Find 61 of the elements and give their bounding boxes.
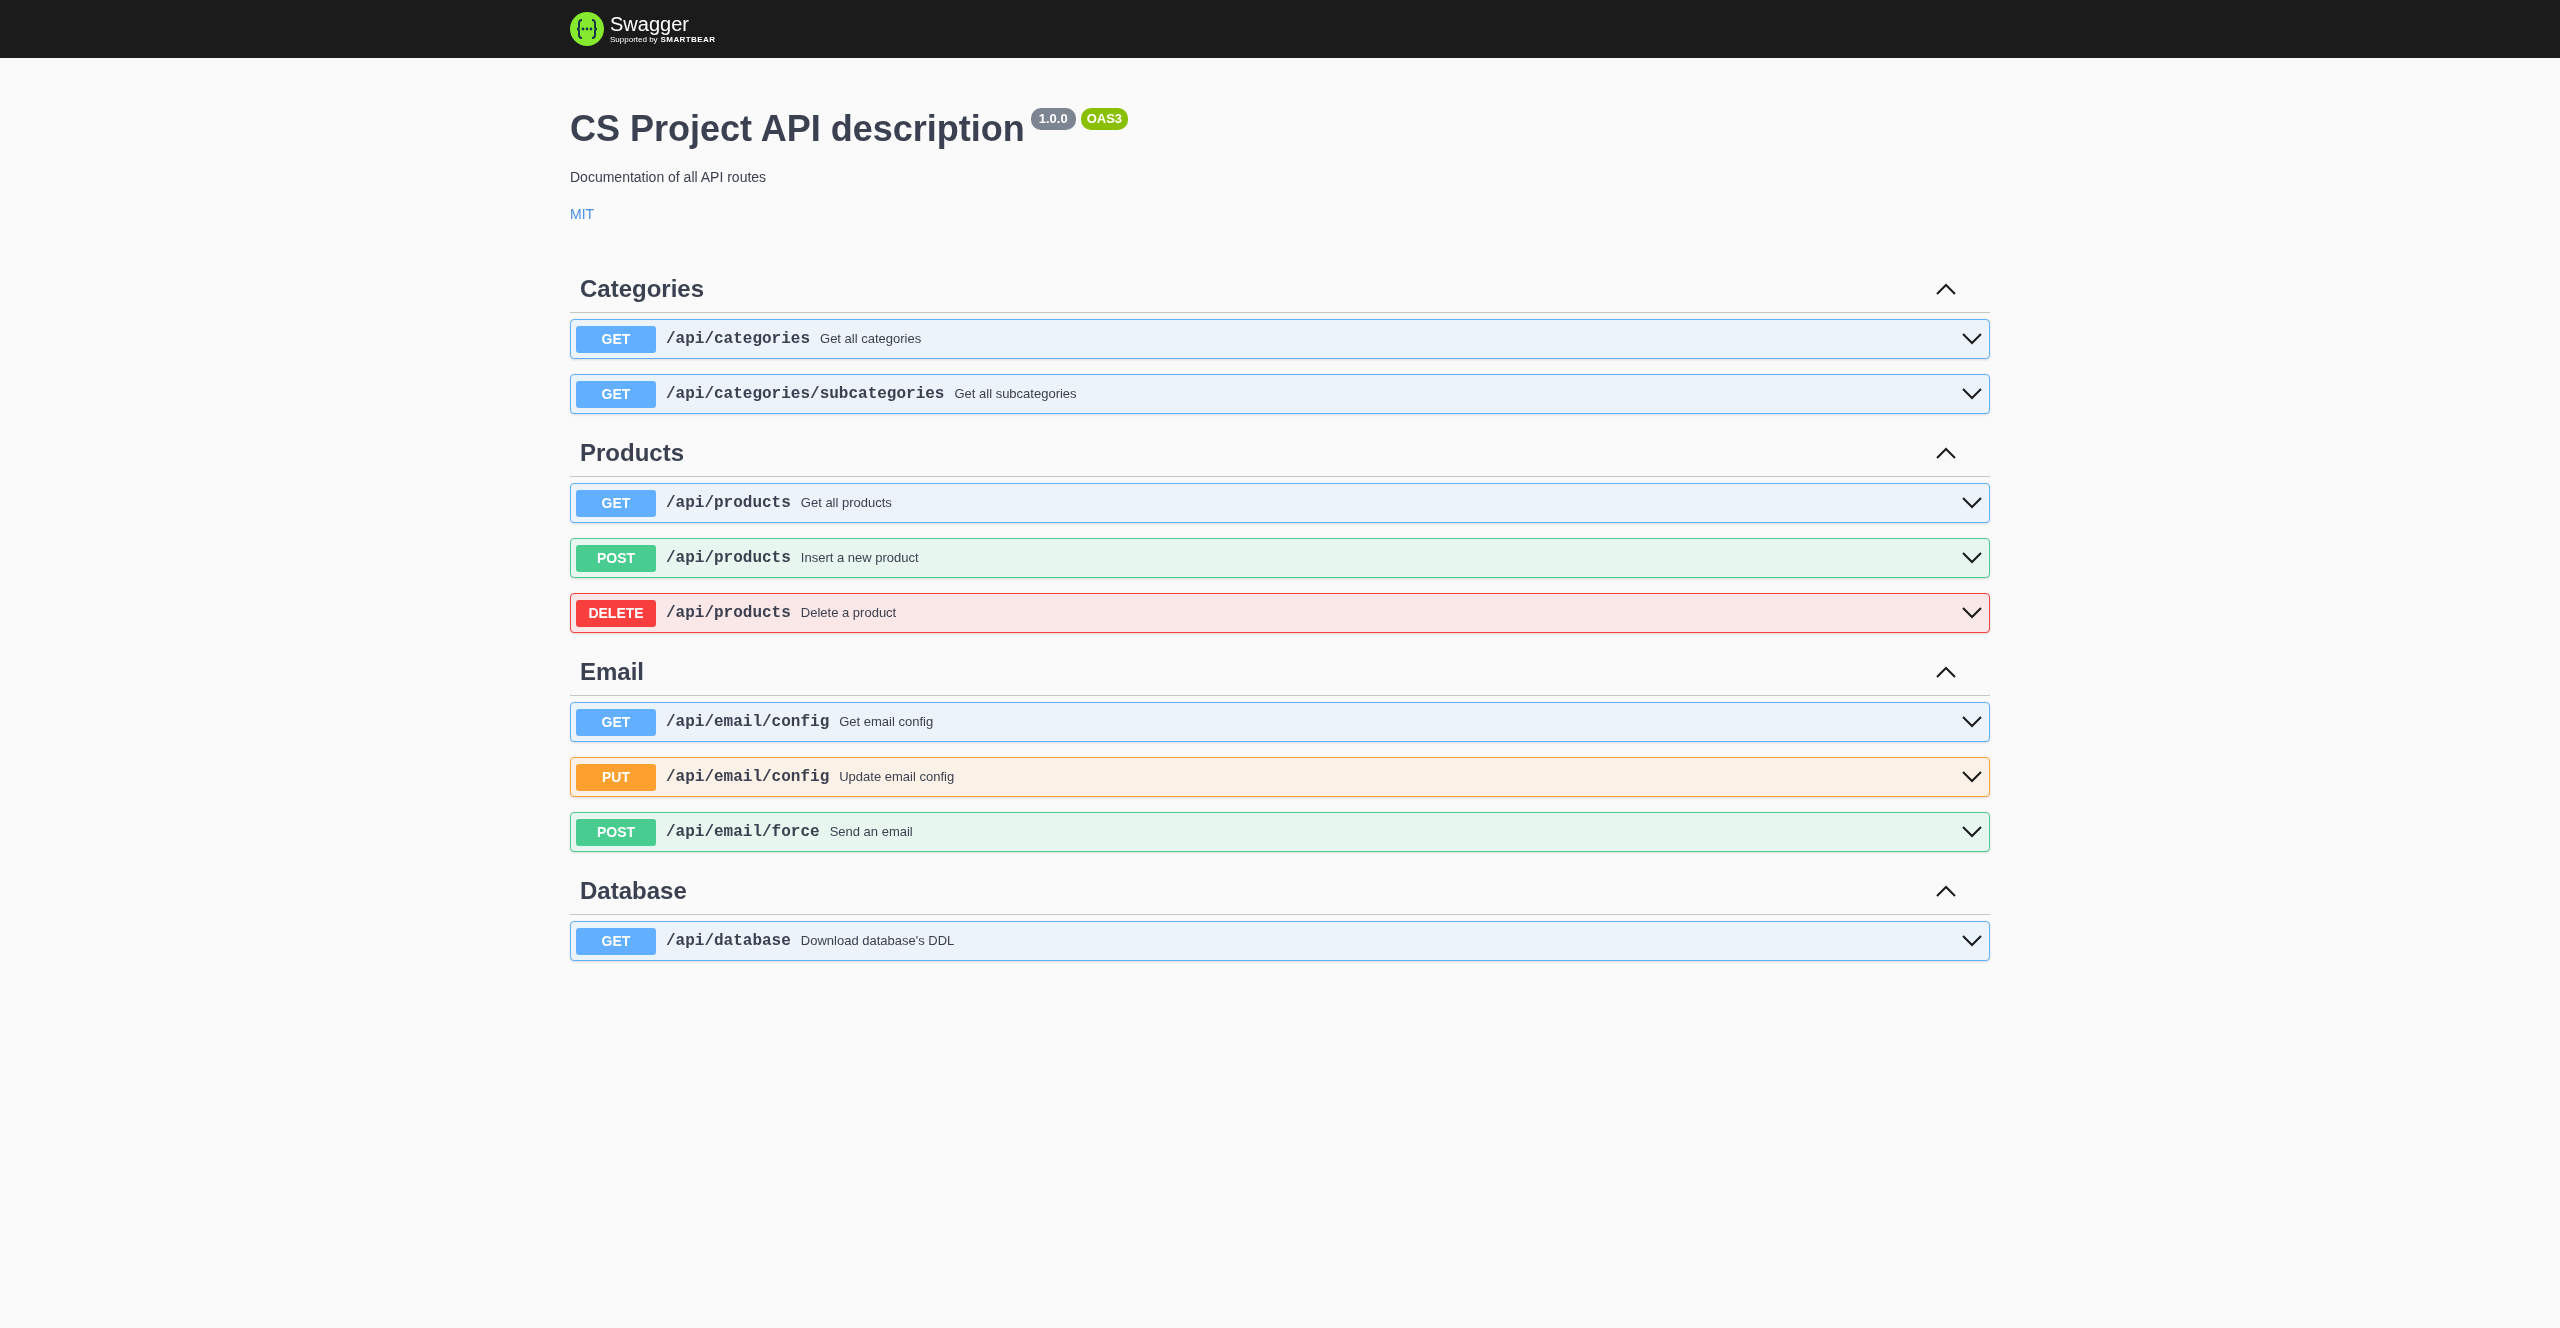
operation-row[interactable]: GET /api/database Download database's DDL (570, 921, 1990, 961)
section-header[interactable]: Categories (570, 265, 1990, 313)
endpoint-path: /api/database (666, 931, 791, 952)
endpoint-summary: Send an email (829, 823, 913, 842)
operation-row[interactable]: POST /api/email/force Send an email (570, 812, 1990, 852)
chevron-up-icon (1936, 884, 1956, 897)
logo-subtext: Supported by (610, 36, 658, 44)
operation-row[interactable]: POST /api/products Insert a new product (570, 538, 1990, 578)
chevron-down-icon (1962, 333, 1982, 345)
section-header[interactable]: Database (570, 867, 1990, 915)
chevron-down-icon (1962, 771, 1982, 783)
section-header[interactable]: Email (570, 648, 1990, 696)
chevron-up-icon (1936, 282, 1956, 295)
endpoint-path: /api/email/config (666, 767, 830, 788)
operation-row[interactable]: GET /api/categories Get all categories (570, 319, 1990, 359)
chevron-down-icon (1962, 935, 1982, 947)
operation-row[interactable]: GET /api/products Get all products (570, 483, 1990, 523)
method-badge: DELETE (576, 599, 656, 627)
section-header[interactable]: Products (570, 429, 1990, 477)
endpoint-path: /api/categories/subcategories (666, 384, 945, 405)
endpoint-path: /api/products (666, 548, 791, 569)
endpoint-summary: Insert a new product (800, 549, 919, 568)
endpoint-summary: Update email config (839, 768, 955, 787)
chevron-up-icon (1936, 665, 1956, 678)
chevron-down-icon (1962, 716, 1982, 728)
spec-badge: OAS3 (1080, 108, 1129, 130)
operation-row[interactable]: GET /api/email/config Get email config (570, 702, 1990, 742)
version-badge: 1.0.0 (1030, 108, 1076, 130)
method-badge: GET (576, 380, 656, 408)
chevron-down-icon (1962, 552, 1982, 564)
operation-row[interactable]: GET /api/categories/subcategories Get all subcategories (570, 374, 1990, 414)
method-badge: GET (576, 325, 656, 353)
operation-row[interactable]: DELETE /api/products Delete a product (570, 593, 1990, 633)
page-title: CS Project API description (570, 107, 1025, 151)
endpoint-path: /api/email/force (666, 822, 820, 843)
endpoint-summary: Get all products (800, 494, 892, 513)
endpoint-path: /api/categories (666, 329, 811, 350)
endpoint-summary: Get email config (839, 713, 934, 732)
method-badge: GET (576, 489, 656, 517)
endpoint-summary: Get all subcategories (954, 385, 1077, 404)
chevron-down-icon (1962, 497, 1982, 509)
method-badge: GET (576, 927, 656, 955)
api-description: Documentation of all API routes (570, 168, 768, 187)
method-badge: POST (576, 818, 656, 846)
endpoint-path: /api/email/config (666, 712, 830, 733)
logo-brand: SMARTBEAR (660, 36, 716, 44)
method-badge: GET (576, 708, 656, 736)
chevron-down-icon (1962, 607, 1982, 619)
operation-row[interactable]: PUT /api/email/config Update email config (570, 757, 1990, 797)
endpoint-summary: Delete a product (800, 604, 897, 623)
endpoint-path: /api/products (666, 603, 791, 624)
logo-text: Swagger (610, 14, 690, 34)
chevron-down-icon (1962, 388, 1982, 400)
endpoint-path: /api/products (666, 493, 791, 514)
method-badge: PUT (576, 763, 656, 791)
method-badge: POST (576, 544, 656, 572)
chevron-up-icon (1936, 446, 1956, 459)
endpoint-summary: Download database's DDL (800, 932, 955, 951)
chevron-down-icon (1962, 826, 1982, 838)
endpoint-summary: Get all categories (820, 330, 922, 349)
logo-icon (570, 12, 604, 46)
